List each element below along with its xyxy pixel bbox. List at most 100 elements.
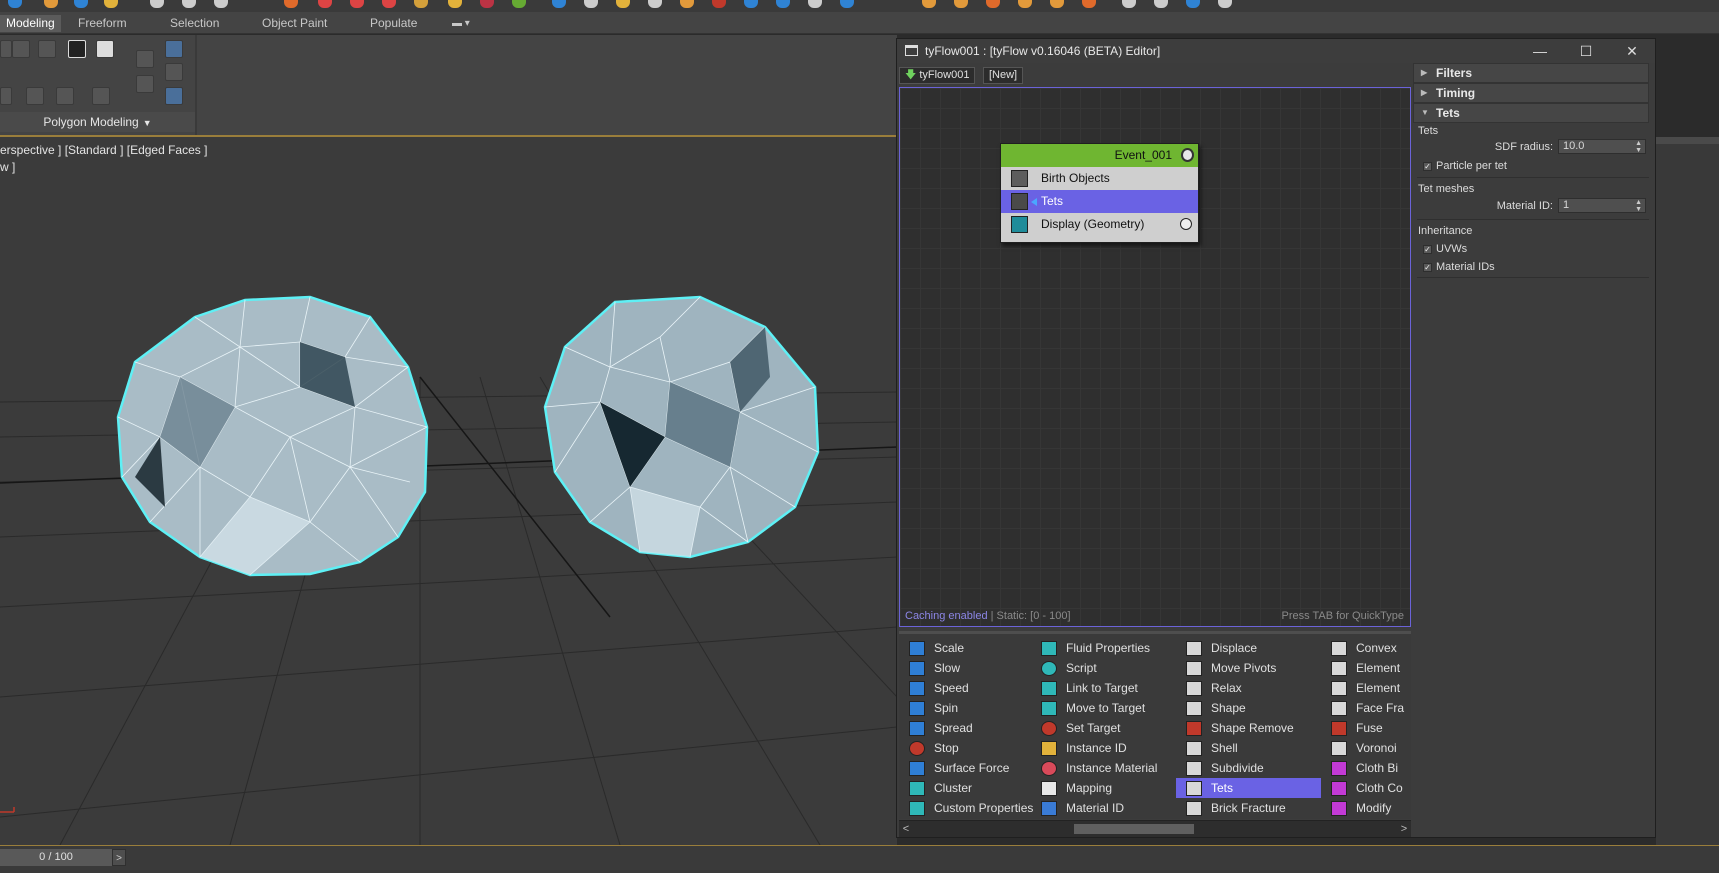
operator-item-move-to-target[interactable]: Move to Target xyxy=(1031,698,1176,718)
operator-item-cloth-collision[interactable]: Cloth Co xyxy=(1321,778,1411,798)
rollup-tets[interactable]: ▼ Tets xyxy=(1413,103,1649,123)
smooth-tool-icon[interactable] xyxy=(56,87,74,105)
time-slider[interactable]: 0 / 100 xyxy=(0,849,112,866)
rollup-filters[interactable]: ▶ Filters xyxy=(1413,63,1649,83)
tab-object-paint[interactable]: Object Paint xyxy=(256,15,333,32)
operator-item-stop[interactable]: Stop xyxy=(899,738,1044,758)
toolbar-icon[interactable] xyxy=(1050,0,1064,8)
operator-item-shape-remove[interactable]: Shape Remove xyxy=(1176,718,1321,738)
operator-item-relax[interactable]: Relax xyxy=(1176,678,1321,698)
toolbar-icon[interactable] xyxy=(448,0,462,8)
toolbar-icon[interactable] xyxy=(680,0,694,8)
plane-object-icon[interactable] xyxy=(68,40,86,58)
toolbar-icon[interactable] xyxy=(712,0,726,8)
output-port-icon[interactable] xyxy=(1180,218,1192,230)
operator-item-move-pivots[interactable]: Move Pivots xyxy=(1176,658,1321,678)
particle-per-tet-checkbox[interactable]: ✓ Particle per tet xyxy=(1423,160,1507,172)
operator-item-instance-material[interactable]: Instance Material xyxy=(1031,758,1176,778)
toolbar-icon[interactable] xyxy=(284,0,298,8)
input-port-icon[interactable] xyxy=(1031,198,1037,206)
operator-item-speed[interactable]: Speed xyxy=(899,678,1044,698)
operator-item-spin[interactable]: Spin xyxy=(899,698,1044,718)
material-ids-checkbox[interactable]: ✓ Material IDs xyxy=(1423,261,1495,273)
operator-item-scale[interactable]: Scale xyxy=(899,638,1044,658)
toolbar-icon[interactable] xyxy=(150,0,164,8)
maximize-button[interactable]: ☐ xyxy=(1563,39,1609,63)
toolbar-icon[interactable] xyxy=(744,0,758,8)
align-tool-icon[interactable] xyxy=(165,63,183,81)
operator-display-geometry[interactable]: Display (Geometry) xyxy=(1001,213,1198,236)
operator-birth-objects[interactable]: Birth Objects xyxy=(1001,167,1198,190)
edit-tool-icon[interactable] xyxy=(0,40,12,58)
operator-item-displace[interactable]: Displace xyxy=(1176,638,1321,658)
toolbar-icon[interactable] xyxy=(954,0,968,8)
minimize-button[interactable]: — xyxy=(1517,39,1563,63)
operator-item-link-to-target[interactable]: Link to Target xyxy=(1031,678,1176,698)
operator-item-face-fracture[interactable]: Face Fra xyxy=(1321,698,1411,718)
toolbar-icon[interactable] xyxy=(8,0,22,8)
toolbar-icon[interactable] xyxy=(552,0,566,8)
toolbar-icon[interactable] xyxy=(104,0,118,8)
flow-canvas[interactable]: Event_001 Birth Objects Tets Display (Ge… xyxy=(899,87,1411,627)
tab-freeform[interactable]: Freeform xyxy=(72,15,133,32)
toolbar-icon[interactable] xyxy=(414,0,428,8)
event-header[interactable]: Event_001 xyxy=(1001,144,1198,167)
event-node[interactable]: Event_001 Birth Objects Tets Display (Ge… xyxy=(1000,143,1199,243)
box-object-icon[interactable] xyxy=(96,40,114,58)
operator-item-fuse[interactable]: Fuse xyxy=(1321,718,1411,738)
constraint-tool-icon[interactable] xyxy=(165,87,183,105)
close-button[interactable]: ✕ xyxy=(1609,39,1655,63)
toolbar-icon[interactable] xyxy=(182,0,196,8)
toolbar-icon[interactable] xyxy=(214,0,228,8)
operator-tets[interactable]: Tets xyxy=(1001,190,1198,213)
toolbar-icon[interactable] xyxy=(840,0,854,8)
operator-item-subdivide[interactable]: Subdivide xyxy=(1176,758,1321,778)
pin-tool-icon[interactable] xyxy=(0,87,12,105)
polygon-modeling-dropdown[interactable]: Polygon Modeling ▼ xyxy=(0,112,195,132)
scrollbar-thumb[interactable] xyxy=(1074,824,1194,834)
spinner-arrows-icon[interactable]: ▲ ▼ xyxy=(1635,199,1642,213)
operator-item-cluster[interactable]: Cluster xyxy=(899,778,1044,798)
uvws-checkbox[interactable]: ✓ UVWs xyxy=(1423,243,1467,255)
symmetry-tool-icon[interactable] xyxy=(26,87,44,105)
perspective-viewport[interactable]: erspective ] [Standard ] [Edged Faces ] … xyxy=(0,137,897,845)
operator-item-voronoi[interactable]: Voronoi xyxy=(1321,738,1411,758)
operator-item-shell[interactable]: Shell xyxy=(1176,738,1321,758)
loop-tool-icon[interactable] xyxy=(38,40,56,58)
toolbar-icon[interactable] xyxy=(1186,0,1200,8)
toolbar-icon[interactable] xyxy=(648,0,662,8)
toolbar-icon[interactable] xyxy=(382,0,396,8)
cut-tool-icon[interactable] xyxy=(12,40,30,58)
viewport-label[interactable]: erspective ] [Standard ] [Edged Faces ] xyxy=(0,143,207,157)
operator-item-spread[interactable]: Spread xyxy=(899,718,1044,738)
tab-tyflow001[interactable]: 🡇 tyFlow001 xyxy=(899,67,976,84)
operator-item-material-id[interactable]: Material ID xyxy=(1031,798,1176,818)
toolbar-icon[interactable] xyxy=(350,0,364,8)
next-frame-button[interactable]: > xyxy=(112,849,126,866)
operator-item-shape[interactable]: Shape xyxy=(1176,698,1321,718)
operator-item-element[interactable]: Element xyxy=(1321,658,1411,678)
toolbar-icon[interactable] xyxy=(922,0,936,8)
ribbon-options-icon[interactable]: ▬ ▾ xyxy=(446,15,476,32)
operator-item-slow[interactable]: Slow xyxy=(899,658,1044,678)
preview-tool-icon[interactable] xyxy=(92,87,110,105)
toolbar-icon[interactable] xyxy=(318,0,332,8)
operator-item-mapping[interactable]: Mapping xyxy=(1031,778,1176,798)
toolbar-icon[interactable] xyxy=(776,0,790,8)
toolbar-icon[interactable] xyxy=(616,0,630,8)
toolbar-icon[interactable] xyxy=(1218,0,1232,8)
operator-item-fluid-properties[interactable]: Fluid Properties xyxy=(1031,638,1176,658)
toolbar-icon[interactable] xyxy=(480,0,494,8)
spinner-arrows-icon[interactable]: ▲ ▼ xyxy=(1635,140,1642,154)
toolbar-icon[interactable] xyxy=(986,0,1000,8)
operator-item-convex[interactable]: Convex xyxy=(1321,638,1411,658)
tab-selection[interactable]: Selection xyxy=(164,15,225,32)
editor-titlebar[interactable]: tyFlow001 : [tyFlow v0.16046 (BETA) Edit… xyxy=(897,39,1655,63)
sdf-radius-spinner[interactable]: 10.0 ▲ ▼ xyxy=(1558,139,1646,154)
toolbar-icon[interactable] xyxy=(512,0,526,8)
toolbar-icon[interactable] xyxy=(808,0,822,8)
operator-item-script[interactable]: Script xyxy=(1031,658,1176,678)
tab-new[interactable]: [New] xyxy=(983,67,1024,84)
operator-list-scrollbar[interactable]: < > xyxy=(899,820,1411,837)
operator-item-set-target[interactable]: Set Target xyxy=(1031,718,1176,738)
